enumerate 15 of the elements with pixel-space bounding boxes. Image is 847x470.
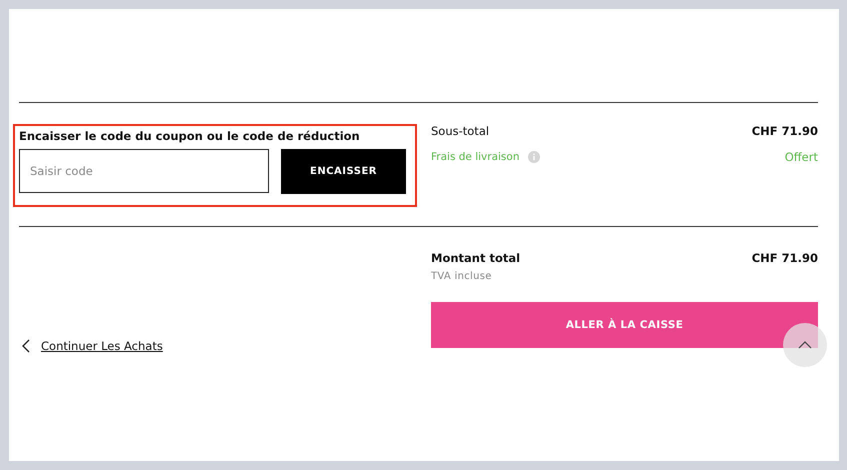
tax-note: TVA incluse: [431, 271, 493, 282]
chevron-left-icon: [22, 339, 30, 353]
subtotal-value: CHF 71.90: [752, 124, 818, 138]
chevron-up-icon: [798, 341, 812, 349]
scroll-up-button[interactable]: [783, 323, 827, 367]
total-label: Montant total: [431, 251, 520, 265]
continue-shopping-link[interactable]: Continuer Les Achats: [22, 339, 163, 353]
shipping-label: Frais de livraison: [431, 151, 520, 163]
redeem-button[interactable]: ENCAISSER: [281, 149, 406, 194]
checkout-button[interactable]: ALLER À LA CAISSE: [431, 302, 818, 348]
shipping-value: Offert: [784, 150, 818, 164]
coupon-label: Encaisser le code du coupon ou le code de réduction: [19, 129, 361, 145]
code-input-field[interactable]: Saisir code: [19, 149, 269, 193]
subtotal-label: Sous-total: [431, 124, 490, 138]
total-value: CHF 71.90: [752, 251, 818, 265]
